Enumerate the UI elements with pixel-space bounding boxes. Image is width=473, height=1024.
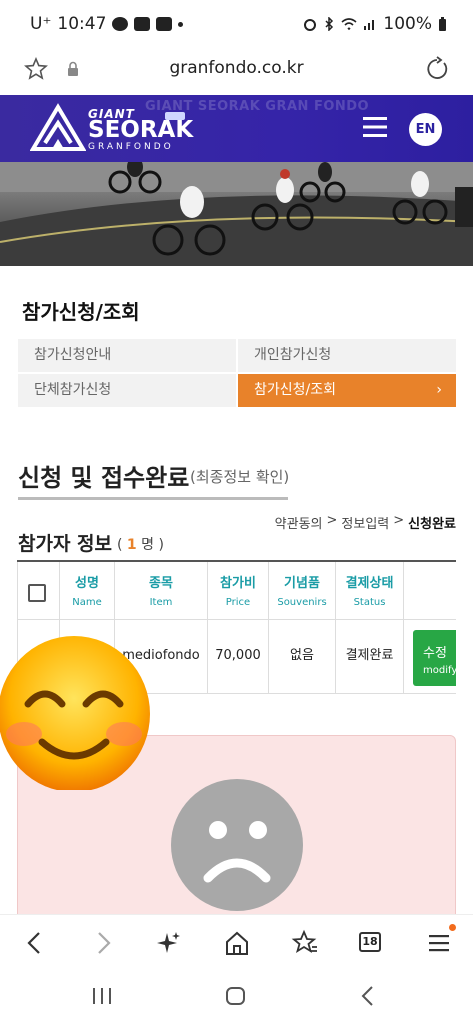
- header-en: Price: [225, 597, 251, 608]
- tab-label: 참가신청/조회: [254, 382, 336, 398]
- site-header: GIANT SEORAK GRAN FONDO GIANT SEORAK GRA…: [0, 95, 473, 162]
- tab-application-guide[interactable]: 참가신청안내: [18, 339, 236, 372]
- tab-individual-application[interactable]: 개인참가신청: [238, 339, 456, 372]
- table-header-select: [17, 562, 60, 620]
- participants-title: 참가자 정보: [18, 533, 113, 555]
- header-en: Status: [353, 597, 386, 608]
- site-logo-mark-icon[interactable]: [30, 103, 86, 153]
- notification-dot-icon: [449, 924, 456, 931]
- section-subtitle: (최종정보 확인): [190, 468, 290, 486]
- home-button-icon[interactable]: [225, 986, 247, 1006]
- header-ko: 성명: [75, 576, 99, 591]
- youtube-icon: [156, 17, 173, 31]
- breadcrumb-step: 정보입력: [341, 517, 390, 532]
- logo-granfondo-text: GRANFONDO: [88, 142, 174, 152]
- address-bar: granfondo.co.kr: [0, 48, 473, 94]
- breadcrumb-separator: >: [326, 513, 338, 528]
- breadcrumb: 약관동의 > 정보입력 > 신청완료: [275, 513, 456, 532]
- table-header-item: 종목 Item: [115, 562, 208, 620]
- battery-percent: 100%: [383, 14, 432, 34]
- table-header-souvenirs: 기념품 Souvenirs: [269, 562, 336, 620]
- browser-toolbar: [0, 914, 473, 970]
- tab-application-lookup[interactable]: 참가신청/조회 ›: [238, 374, 456, 407]
- reload-icon[interactable]: [424, 56, 450, 82]
- table-header-price: 참가비 Price: [208, 562, 269, 620]
- smiling-face-icon: [0, 636, 150, 790]
- home-icon[interactable]: [222, 929, 252, 957]
- table-cell-price: 70,000: [208, 620, 269, 694]
- breadcrumb-current-step: 신청완료: [408, 517, 456, 532]
- modify-label-en: modify: [423, 665, 456, 676]
- tab-label: 참가신청안내: [34, 347, 112, 363]
- select-all-checkbox[interactable]: [28, 584, 46, 602]
- status-bar: U⁺ 10:47 100%: [0, 0, 473, 48]
- header-en: Name: [72, 597, 102, 608]
- cyclists-illustration: [0, 162, 473, 266]
- table-header-status: 결제상태 Status: [336, 562, 404, 620]
- section-title: 신청 및 접수완료: [18, 464, 190, 492]
- talk-icon: [112, 17, 129, 31]
- url-text[interactable]: granfondo.co.kr: [0, 58, 473, 78]
- recent-apps-icon[interactable]: [90, 986, 114, 1006]
- logo-flag-icon: [165, 112, 185, 120]
- section-underline: [18, 497, 288, 500]
- hero-banner-image: [0, 162, 473, 266]
- back-arrow-icon[interactable]: [20, 929, 50, 957]
- table-header-name: 성명 Name: [60, 562, 115, 620]
- header-en: Item: [149, 597, 173, 608]
- count-number: 1: [126, 537, 137, 553]
- participants-count: ( 1 명 ): [117, 534, 164, 554]
- forward-arrow-icon[interactable]: [88, 929, 118, 957]
- modify-label-ko: 수정: [423, 646, 447, 661]
- battery-icon: [439, 16, 446, 31]
- bookmarks-icon[interactable]: [290, 929, 320, 957]
- chevron-right-icon: ›: [436, 382, 442, 398]
- breadcrumb-separator: >: [393, 513, 405, 528]
- header-ko: 종목: [149, 576, 173, 591]
- system-navigation-bar: [0, 970, 473, 1024]
- sad-face-icon: [171, 779, 303, 911]
- header-ko: 참가비: [220, 576, 256, 591]
- tab-label: 단체참가신청: [34, 382, 112, 398]
- menu-icon[interactable]: [424, 929, 454, 957]
- status-time: 10:47: [57, 14, 107, 34]
- modify-button[interactable]: 수정 modify: [413, 630, 456, 686]
- count-open-paren: (: [117, 537, 123, 553]
- language-en-button[interactable]: EN: [409, 113, 442, 146]
- logo-seorak-text: SEORAK: [88, 117, 194, 143]
- sparkle-icon[interactable]: [154, 929, 184, 957]
- people-icon: [134, 17, 151, 31]
- more-notifications-icon: [178, 21, 184, 27]
- page-title: 참가신청/조회: [22, 300, 140, 324]
- tab-label: 개인참가신청: [254, 347, 332, 363]
- wifi-icon: [341, 18, 357, 31]
- bluetooth-icon: [325, 17, 334, 31]
- count-unit: 명 ): [141, 537, 164, 553]
- signal-icon: [364, 20, 375, 30]
- alarm-icon: [304, 19, 317, 31]
- header-ko: 기념품: [284, 576, 320, 591]
- hamburger-menu-icon[interactable]: [362, 115, 388, 139]
- tab-group-application[interactable]: 단체참가신청: [18, 374, 236, 407]
- table-header-action: [404, 562, 456, 620]
- carrier-label: U⁺: [30, 14, 52, 34]
- breadcrumb-step: 약관동의: [274, 517, 323, 532]
- header-en: Souvenirs: [277, 597, 327, 608]
- header-ko: 결제상태: [345, 576, 394, 591]
- system-back-icon[interactable]: [358, 985, 378, 1007]
- table-cell-status: 결제완료: [336, 620, 404, 694]
- table-cell-souvenir: 없음: [269, 620, 336, 694]
- tabs-count-button[interactable]: 18: [359, 932, 381, 952]
